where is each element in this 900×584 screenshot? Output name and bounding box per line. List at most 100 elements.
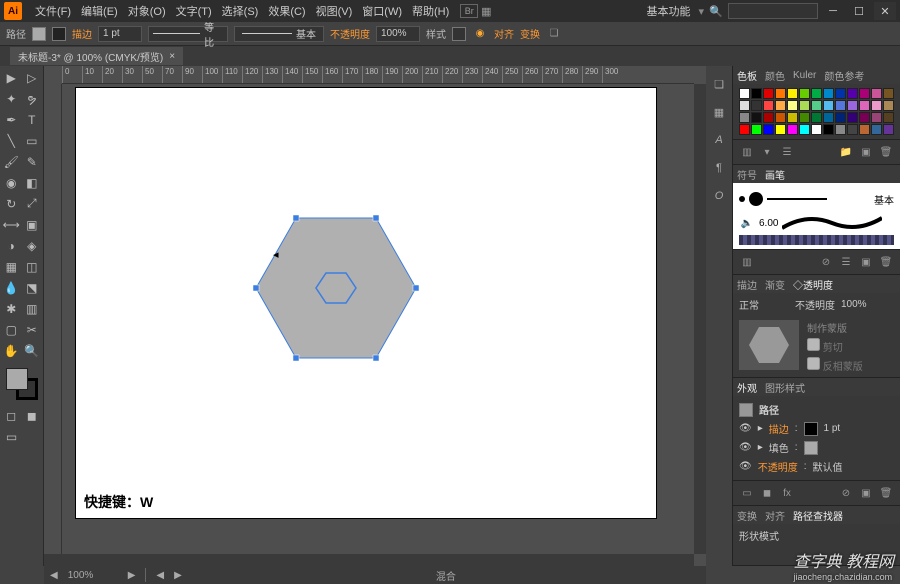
- color-swatch[interactable]: [799, 124, 810, 135]
- color-swatch[interactable]: [775, 100, 786, 111]
- color-swatch[interactable]: [799, 88, 810, 99]
- eraser-tool[interactable]: ◧: [23, 173, 42, 192]
- menu-type[interactable]: 文字(T): [171, 3, 217, 19]
- swatch-libraries-icon[interactable]: ▥: [739, 144, 755, 160]
- artboards-dock-icon[interactable]: ▦: [709, 102, 729, 122]
- opacity-input[interactable]: 100%: [376, 26, 420, 42]
- blend-mode-select[interactable]: 正常: [739, 297, 789, 312]
- remove-brush-stroke-icon[interactable]: ⊘: [818, 254, 834, 270]
- swatch-kinds-icon[interactable]: ▾: [759, 144, 775, 160]
- color-swatch[interactable]: [811, 88, 822, 99]
- width-tool[interactable]: ⟷: [2, 215, 21, 234]
- draw-mode-normal[interactable]: ◻: [2, 406, 21, 425]
- align-panel-tab[interactable]: 对齐: [765, 508, 785, 523]
- blend-tool[interactable]: ⬔: [23, 278, 42, 297]
- duplicate-item-icon[interactable]: ▣: [858, 485, 874, 501]
- color-swatch[interactable]: [787, 124, 798, 135]
- document-tab[interactable]: 未标题-3* @ 100% (CMYK/预览) ×: [10, 47, 183, 65]
- new-group-icon[interactable]: 📁: [838, 144, 854, 160]
- brush-row-calligraphic[interactable]: 🔈 6.00: [739, 211, 894, 235]
- pathfinder-panel-tab[interactable]: 路径查找器: [793, 508, 843, 523]
- delete-brush-icon[interactable]: 🗑: [878, 254, 894, 270]
- delete-item-icon[interactable]: 🗑: [878, 485, 894, 501]
- color-swatch[interactable]: [847, 112, 858, 123]
- canvas-area[interactable]: 0102030507090100110120130140150160170180…: [44, 66, 706, 566]
- screen-mode[interactable]: ▭: [2, 427, 21, 446]
- appearance-opacity-row[interactable]: 👁 不透明度: 默认值: [739, 457, 894, 476]
- color-guide-tab[interactable]: 颜色参考: [824, 68, 864, 83]
- color-swatch[interactable]: [751, 88, 762, 99]
- color-swatch[interactable]: [763, 88, 774, 99]
- document-tab-close[interactable]: ×: [169, 51, 175, 62]
- visibility-icon[interactable]: 👁: [739, 423, 752, 434]
- color-swatch[interactable]: [787, 112, 798, 123]
- color-swatch[interactable]: [799, 112, 810, 123]
- paintbrush-tool[interactable]: 🖌: [2, 152, 21, 171]
- swatches-tab[interactable]: 色板: [737, 68, 757, 83]
- symbol-sprayer-tool[interactable]: ✱: [2, 299, 21, 318]
- color-swatch[interactable]: [823, 100, 834, 111]
- color-swatch[interactable]: [883, 124, 894, 135]
- artboard-tool[interactable]: ▢: [2, 320, 21, 339]
- layers-dock-icon[interactable]: ❏: [709, 74, 729, 94]
- search-input[interactable]: [728, 3, 818, 19]
- menu-effect[interactable]: 效果(C): [263, 3, 310, 19]
- zoom-level[interactable]: 100%: [68, 570, 118, 581]
- visibility-icon[interactable]: 👁: [739, 442, 752, 453]
- add-new-fill-icon[interactable]: ◼: [759, 485, 775, 501]
- opacity-value-trans[interactable]: 100%: [841, 299, 881, 310]
- line-tool[interactable]: ╲: [2, 131, 21, 150]
- slice-tool[interactable]: ✂: [23, 320, 42, 339]
- gradient-tool[interactable]: ◫: [23, 257, 42, 276]
- rectangle-tool[interactable]: ▭: [23, 131, 42, 150]
- pen-tool[interactable]: ✒: [2, 110, 21, 129]
- clear-appearance-icon[interactable]: ⊘: [838, 485, 854, 501]
- color-swatch[interactable]: [871, 88, 882, 99]
- rotate-tool[interactable]: ↻: [2, 194, 21, 213]
- visibility-icon[interactable]: 👁: [739, 461, 752, 472]
- maximize-button[interactable]: ☐: [848, 2, 870, 20]
- color-swatch[interactable]: [847, 124, 858, 135]
- eyedropper-tool[interactable]: 💧: [2, 278, 21, 297]
- hand-tool[interactable]: ✋: [2, 341, 21, 360]
- color-swatch[interactable]: [835, 124, 846, 135]
- color-swatch[interactable]: [811, 124, 822, 135]
- color-swatch[interactable]: [751, 100, 762, 111]
- graph-tool[interactable]: ▥: [23, 299, 42, 318]
- transform-label[interactable]: 变换: [520, 26, 540, 41]
- color-swatch[interactable]: [751, 124, 762, 135]
- graphic-styles-tab[interactable]: 图形样式: [765, 380, 805, 395]
- color-swatch[interactable]: [859, 88, 870, 99]
- fill-color-box[interactable]: [6, 368, 28, 390]
- color-swatch[interactable]: [871, 112, 882, 123]
- color-swatch[interactable]: [751, 112, 762, 123]
- minimize-button[interactable]: ─: [822, 2, 844, 20]
- color-swatch[interactable]: [859, 100, 870, 111]
- color-swatch[interactable]: [871, 124, 882, 135]
- gradient-panel-tab[interactable]: 渐变: [765, 277, 785, 292]
- add-new-stroke-icon[interactable]: ▭: [739, 485, 755, 501]
- new-brush-icon[interactable]: ▣: [858, 254, 874, 270]
- links-dock-icon[interactable]: O: [709, 186, 729, 206]
- isolate-icon[interactable]: ❏: [546, 26, 562, 42]
- color-swatch[interactable]: [859, 124, 870, 135]
- color-swatch[interactable]: [847, 88, 858, 99]
- menu-window[interactable]: 窗口(W): [357, 3, 407, 19]
- direct-selection-tool[interactable]: ▷: [23, 68, 42, 87]
- color-swatch[interactable]: [847, 100, 858, 111]
- workspace-switcher[interactable]: 基本功能: [646, 3, 690, 19]
- color-swatch[interactable]: [823, 124, 834, 135]
- brush-options-icon[interactable]: ☰: [838, 254, 854, 270]
- color-swatch[interactable]: [775, 88, 786, 99]
- type-dock-icon[interactable]: A: [709, 130, 729, 150]
- appearance-tab[interactable]: 外观: [737, 380, 757, 395]
- color-swatch[interactable]: [739, 88, 750, 99]
- color-swatch[interactable]: [883, 88, 894, 99]
- fill-stroke-control[interactable]: [6, 368, 38, 400]
- color-swatch[interactable]: [823, 88, 834, 99]
- free-transform-tool[interactable]: ▣: [23, 215, 42, 234]
- stroke-swatch[interactable]: [52, 27, 66, 41]
- close-button[interactable]: ✕: [874, 2, 896, 20]
- menu-file[interactable]: 文件(F): [30, 3, 76, 19]
- color-tab[interactable]: 颜色: [765, 68, 785, 83]
